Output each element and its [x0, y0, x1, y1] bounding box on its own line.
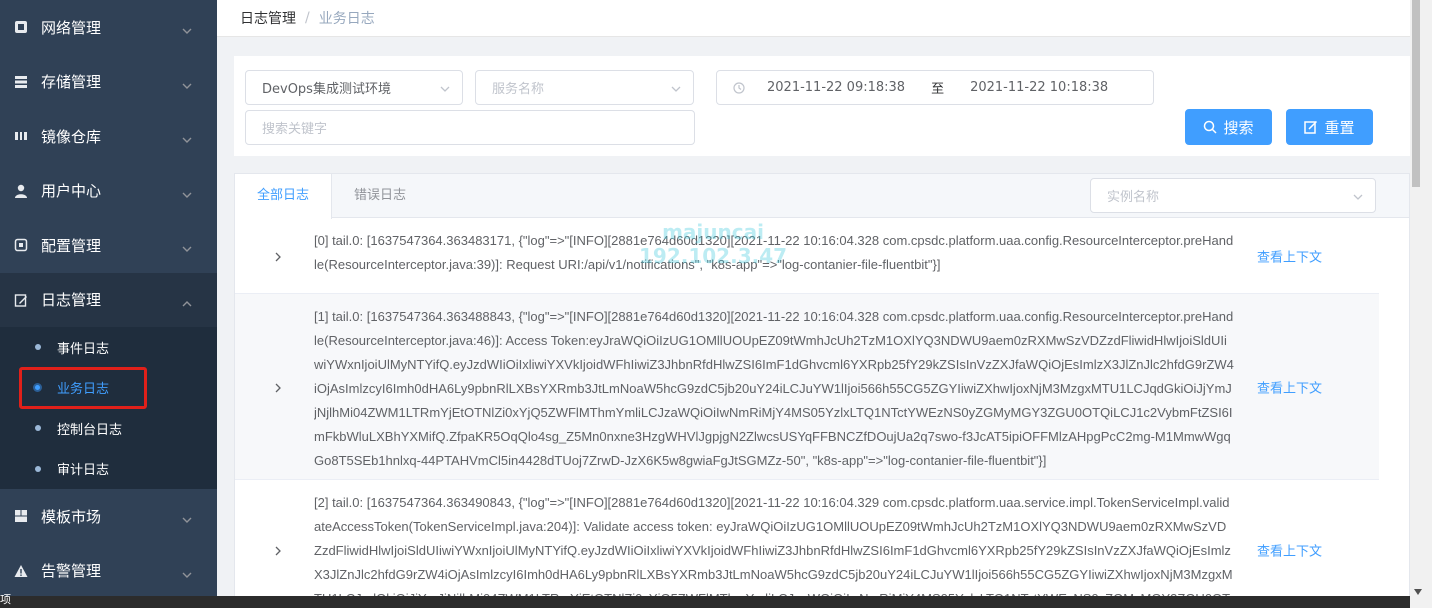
instance-placeholder: 实例名称 [1107, 190, 1160, 205]
image-registry-icon [14, 129, 28, 143]
log-row: [2] tail.0: [1637547364.363490843, {"log… [235, 480, 1379, 608]
scrollbar-thumb[interactable] [1412, 0, 1420, 187]
chevron-down-icon [440, 83, 450, 93]
breadcrumb-separator: / [305, 10, 310, 26]
chevron-down-icon [182, 511, 192, 524]
sidebar-item-network[interactable]: 网络管理 [0, 0, 217, 55]
tab-all-logs[interactable]: 全部日志 [235, 174, 332, 219]
submenu-item-audit-log[interactable]: 审计日志 [0, 449, 217, 490]
sidebar-item-label: 用户中心 [41, 182, 102, 201]
log-message: [0] tail.0: [1637547364.363483171, {"log… [314, 233, 1234, 272]
keyword-placeholder: 搜索关键字 [262, 122, 328, 137]
instance-select[interactable]: 实例名称 [1090, 178, 1376, 213]
chevron-down-icon [182, 77, 192, 89]
submenu-item-label: 事件日志 [57, 341, 110, 357]
breadcrumb: 日志管理 / 业务日志 [217, 0, 1410, 37]
bullet-icon [33, 383, 42, 393]
sidebar-item-user-center[interactable]: 用户中心 [0, 164, 217, 219]
keyword-search-input[interactable]: 搜索关键字 [245, 110, 695, 145]
environment-select[interactable]: DevOps集成测试环境 [245, 70, 463, 105]
chevron-up-icon [182, 295, 192, 307]
log-submenu: 事件日志 业务日志 控制台日志 审计日志 [0, 327, 217, 489]
sidebar-item-storage[interactable]: 存储管理 [0, 55, 217, 110]
sidebar-item-log-management[interactable]: 日志管理 [0, 272, 217, 327]
storage-icon [14, 75, 28, 89]
view-context-link[interactable]: 查看上下文 [1257, 246, 1322, 265]
log-list: [0] tail.0: [1637547364.363483171, {"log… [235, 218, 1379, 608]
date-range-separator: 至 [931, 82, 945, 97]
bullet-icon [35, 465, 41, 472]
reset-button-label: 重置 [1324, 118, 1355, 137]
sidebar: 网络管理 存储管理 镜像仓库 用户中心 配置管理 日志管理 事件日志 业务日志 [0, 0, 217, 608]
submenu-item-event-log[interactable]: 事件日志 [0, 327, 217, 368]
taskbar-text: 项 [0, 593, 11, 606]
service-select[interactable]: 服务名称 [475, 70, 694, 105]
filter-card: DevOps集成测试环境 服务名称 2021-11-22 09:18:38 至 … [234, 56, 1410, 156]
search-icon [1204, 120, 1218, 134]
breadcrumb-parent[interactable]: 日志管理 [240, 8, 296, 28]
search-button[interactable]: 搜索 [1185, 109, 1272, 145]
sidebar-item-image-registry[interactable]: 镜像仓库 [0, 109, 217, 164]
chevron-down-icon [1353, 191, 1363, 201]
submenu-item-label: 审计日志 [57, 463, 110, 479]
sidebar-item-label: 告警管理 [41, 562, 102, 581]
chevron-right-icon[interactable] [273, 545, 283, 555]
network-icon [14, 20, 28, 34]
sidebar-item-label: 日志管理 [41, 291, 102, 310]
vertical-scrollbar[interactable] [1410, 0, 1432, 608]
sidebar-item-label: 存储管理 [41, 73, 102, 92]
chevron-down-icon [182, 131, 192, 144]
chevron-down-icon [182, 566, 192, 578]
breadcrumb-current: 业务日志 [318, 11, 375, 27]
alert-icon [14, 564, 28, 578]
search-button-label: 搜索 [1223, 118, 1254, 137]
sidebar-item-template-market[interactable]: 模板市场 [0, 489, 217, 544]
sidebar-item-alert[interactable]: 告警管理 [0, 544, 217, 599]
reset-button[interactable]: 重置 [1286, 109, 1373, 145]
scroll-down-arrow-icon[interactable] [1414, 584, 1422, 595]
chevron-right-icon[interactable] [273, 251, 283, 261]
sidebar-item-label: 镜像仓库 [41, 127, 102, 146]
chevron-down-icon [182, 22, 192, 35]
chevron-right-icon[interactable] [273, 382, 283, 392]
log-card: 全部日志 错误日志 实例名称 [0] tail.0: [1637547364.3… [234, 173, 1410, 608]
clock-icon [733, 81, 745, 94]
sidebar-item-config[interactable]: 配置管理 [0, 218, 217, 273]
main-content: 日志管理 / 业务日志 DevOps集成测试环境 服务名称 2021-11-22… [217, 0, 1410, 608]
date-range-picker[interactable]: 2021-11-22 09:18:38 至 2021-11-22 10:18:3… [716, 70, 1154, 105]
service-placeholder: 服务名称 [492, 82, 545, 97]
submenu-item-label: 业务日志 [57, 382, 110, 398]
view-context-link[interactable]: 查看上下文 [1257, 540, 1322, 559]
date-start: 2021-11-22 09:18:38 [767, 80, 906, 95]
config-icon [14, 238, 28, 252]
view-context-link[interactable]: 查看上下文 [1257, 377, 1322, 396]
chevron-down-icon [182, 186, 192, 198]
user-icon [14, 184, 28, 198]
log-icon [14, 293, 28, 307]
log-row: [1] tail.0: [1637547364.363488843, {"log… [235, 294, 1379, 480]
edit-icon [1304, 120, 1318, 134]
submenu-item-label: 控制台日志 [57, 422, 123, 438]
sidebar-item-label: 网络管理 [41, 18, 102, 37]
tab-error-logs[interactable]: 错误日志 [354, 174, 406, 218]
submenu-item-console-log[interactable]: 控制台日志 [0, 408, 217, 449]
template-icon [14, 509, 28, 523]
date-end: 2021-11-22 10:18:38 [970, 80, 1109, 95]
environment-value: DevOps集成测试环境 [262, 82, 391, 97]
submenu-item-business-log[interactable]: 业务日志 [0, 368, 217, 409]
sidebar-item-label: 模板市场 [41, 507, 102, 526]
bullet-icon [35, 344, 41, 351]
log-message: [2] tail.0: [1637547364.363490843, {"log… [314, 495, 1233, 606]
log-tabs: 全部日志 错误日志 实例名称 [235, 174, 1409, 219]
chevron-down-icon [182, 240, 192, 253]
log-message: [1] tail.0: [1637547364.363488843, {"log… [314, 309, 1234, 468]
sidebar-item-label: 配置管理 [41, 236, 102, 255]
bullet-icon [35, 425, 41, 432]
taskbar: 项 [0, 593, 1410, 608]
chevron-down-icon [671, 83, 681, 93]
log-row: [0] tail.0: [1637547364.363483171, {"log… [235, 218, 1379, 294]
